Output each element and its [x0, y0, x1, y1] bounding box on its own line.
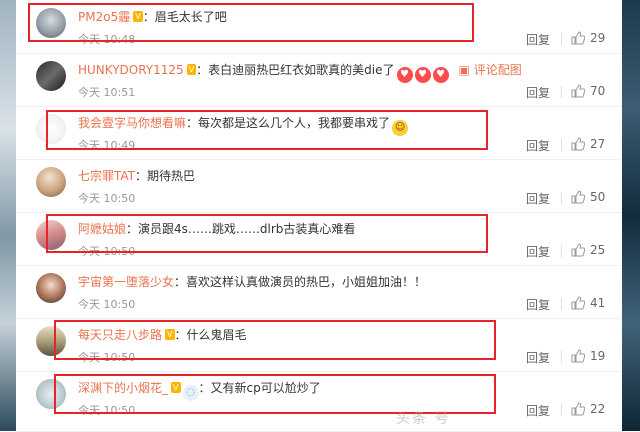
avatar[interactable] [36, 379, 66, 409]
heart-eyes-emoji-icon: ♥ [414, 67, 431, 83]
thumbs-up-icon[interactable] [571, 349, 585, 363]
avatar[interactable] [36, 220, 66, 250]
comment-time: 今天 10:48 [78, 33, 136, 46]
avatar[interactable] [36, 61, 66, 91]
comment-text: ：表白迪丽热巴红衣如歌真的美die了 [196, 63, 395, 77]
comment-text: ：期待热巴 [135, 169, 196, 183]
like-count: 29 [590, 31, 606, 45]
comment-item: 宇宙第一堕落少女：喜欢这样认真做演员的热巴，小姐姐加油！！ 今天 10:50 回… [16, 265, 622, 319]
comment-image-link[interactable]: ▣ 评论配图 [459, 63, 522, 77]
like-count: 22 [590, 402, 606, 416]
comment-time: 今天 10:50 [78, 404, 136, 417]
comment-line: HUNKYDORY1125 V ：表白迪丽热巴红衣如歌真的美die了 ♥ ♥ ♥ ▣ 评论配… [78, 62, 522, 83]
avatar[interactable] [36, 8, 66, 38]
vip-badge-icon: V [186, 64, 197, 75]
comment-item: 每天只走八步路 V ：什么鬼眉毛 今天 10:50 回复 19 [16, 318, 622, 372]
thumbs-up-icon[interactable] [571, 243, 585, 257]
comment-time: 今天 10:50 [78, 245, 136, 258]
reply-button[interactable]: 回复 [526, 84, 550, 101]
comment-line: 阿嬷姑娘：演员跟4s……跳戏……dlrb古装真心难看 [78, 221, 355, 237]
thumbs-up-icon[interactable] [571, 31, 585, 45]
heart-eyes-emoji-icon: ♥ [432, 67, 449, 83]
comment-item: HUNKYDORY1125 V ：表白迪丽热巴红衣如歌真的美die了 ♥ ♥ ♥ ▣ 评论配… [16, 53, 622, 107]
vip-badge-icon: V [171, 382, 181, 393]
username-link[interactable]: 我会壹字马你想看嘛 [78, 116, 186, 130]
thumbs-up-icon[interactable] [571, 190, 585, 204]
username-link[interactable]: PM2o5霾 [78, 10, 130, 24]
username-link[interactable]: HUNKYDORY1125 [78, 63, 184, 77]
avatar[interactable] [36, 326, 66, 356]
reply-button[interactable]: 回复 [526, 137, 550, 154]
comment-time: 今天 10:51 [78, 86, 136, 99]
thumbs-up-icon[interactable] [571, 402, 585, 416]
divider [561, 298, 562, 310]
avatar[interactable] [36, 114, 66, 144]
divider [561, 351, 562, 363]
comment-text: ：演员跟4s……跳戏……dlrb古装真心难看 [126, 222, 356, 236]
comment-line: 宇宙第一堕落少女：喜欢这样认真做演员的热巴，小姐姐加油！！ [78, 274, 426, 290]
heart-eyes-emoji-icon: ♥ [396, 67, 413, 83]
badge-icon: ◌ [182, 385, 199, 401]
vip-badge-icon: V [133, 11, 143, 22]
comment-item: 阿嬷姑娘：演员跟4s……跳戏……dlrb古装真心难看 今天 10:50 回复 2… [16, 212, 622, 266]
divider [561, 192, 562, 204]
comment-item: 我会壹字马你想看嘛：每次都是这么几个人，我都要串戏了 ☺ 今天 10:49 回复 … [16, 106, 622, 160]
username-link[interactable]: 每天只走八步路 [78, 328, 162, 342]
username-link[interactable]: 七宗罪TAT [78, 169, 135, 183]
reply-button[interactable]: 回复 [526, 190, 550, 207]
comment-text: ：喜欢这样认真做演员的热巴，小姐姐加油！！ [174, 275, 427, 289]
comment-item: 深渊下的小烟花_ V ◌ ：又有新cp可以尬炒了 今天 10:50 回复 22 [16, 371, 622, 432]
like-count: 70 [590, 84, 606, 98]
like-count: 41 [590, 296, 606, 310]
image-icon: ▣ [458, 63, 470, 77]
like-count: 27 [590, 137, 606, 151]
reply-button[interactable]: 回复 [526, 402, 550, 419]
watermark: 头条 号 [396, 411, 451, 427]
comment-line: 七宗罪TAT：期待热巴 [78, 168, 195, 184]
reply-button[interactable]: 回复 [526, 243, 550, 260]
background-left-strip [0, 0, 16, 431]
vip-badge-icon: V [165, 329, 175, 340]
username-link[interactable]: 深渊下的小烟花_ [78, 381, 168, 395]
like-count: 19 [590, 349, 606, 363]
reply-button[interactable]: 回复 [526, 31, 550, 48]
comment-time: 今天 10:50 [78, 192, 136, 205]
avatar[interactable] [36, 273, 66, 303]
reply-button[interactable]: 回复 [526, 349, 550, 366]
comment-line: PM2o5霾 V ：眉毛太长了吧 [78, 9, 227, 25]
comment-time: 今天 10:50 [78, 351, 136, 364]
divider [561, 86, 562, 98]
reply-button[interactable]: 回复 [526, 296, 550, 313]
thumbs-up-icon[interactable] [571, 84, 585, 98]
username-link[interactable]: 阿嬷姑娘 [78, 222, 126, 236]
divider [561, 245, 562, 257]
avatar[interactable] [36, 167, 66, 197]
comment-line: 每天只走八步路 V ：什么鬼眉毛 [78, 327, 247, 343]
comment-line: 我会壹字马你想看嘛：每次都是这么几个人，我都要串戏了 ☺ [78, 115, 409, 136]
comment-time: 今天 10:49 [78, 139, 136, 152]
thumbs-up-icon[interactable] [571, 296, 585, 310]
comment-line: 深渊下的小烟花_ V ◌ ：又有新cp可以尬炒了 [78, 380, 321, 401]
divider [561, 139, 562, 151]
awkward-emoji-icon: ☺ [392, 120, 409, 136]
divider [561, 404, 562, 416]
comment-text: ：什么鬼眉毛 [174, 328, 247, 342]
comment-text: ：又有新cp可以尬炒了 [198, 381, 321, 395]
username-link[interactable]: 宇宙第一堕落少女 [78, 275, 174, 289]
thumbs-up-icon[interactable] [571, 137, 585, 151]
background-right-strip [622, 0, 640, 431]
comment-text: ：每次都是这么几个人，我都要串戏了 [186, 116, 391, 130]
like-count: 25 [590, 243, 606, 257]
comment-feed: PM2o5霾 V ：眉毛太长了吧 今天 10:48 回复 29 HUNKYDORY1… [16, 0, 622, 432]
comment-item: PM2o5霾 V ：眉毛太长了吧 今天 10:48 回复 29 [16, 0, 622, 54]
divider [561, 33, 562, 45]
comment-item: 七宗罪TAT：期待热巴 今天 10:50 回复 50 [16, 159, 622, 213]
comment-time: 今天 10:50 [78, 298, 136, 311]
comment-text: ：眉毛太长了吧 [142, 10, 227, 24]
like-count: 50 [590, 190, 606, 204]
